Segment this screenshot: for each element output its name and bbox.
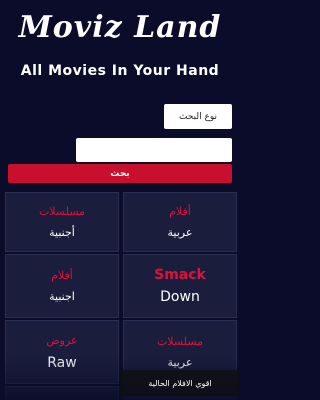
category-title: Smack <box>154 267 206 283</box>
category-grid: مسلسلات أجنبية أفلام عربية أفلام اجنبية … <box>5 192 237 400</box>
category-tile-foreign-movies[interactable]: أفلام اجنبية <box>5 254 119 318</box>
category-tile-smackdown[interactable]: Smack Down <box>123 254 237 318</box>
category-title: أفلام <box>51 269 73 282</box>
app-logo: Moviz Land <box>18 10 222 45</box>
category-tile-foreign-series[interactable]: مسلسلات أجنبية <box>5 192 119 252</box>
search-type-select[interactable]: نوع البحث <box>164 104 232 129</box>
category-subtitle: أجنبية <box>49 226 75 239</box>
toast-message: اقوي الافلام الحالية <box>120 370 240 396</box>
app-tagline: All Movies In Your Hand <box>20 63 220 79</box>
category-tile-arabic-movies[interactable]: أفلام عربية <box>123 192 237 252</box>
category-title: مسلسلات <box>156 335 204 348</box>
category-title: مسلسلات <box>38 205 86 218</box>
category-tile-raw[interactable]: عروض Raw <box>5 320 119 384</box>
category-subtitle: Down <box>160 289 200 305</box>
category-tile-partial[interactable] <box>5 386 119 400</box>
category-subtitle: Raw <box>47 354 77 371</box>
search-input[interactable] <box>76 138 232 162</box>
search-button[interactable]: بحث <box>8 164 232 183</box>
category-title: أفلام <box>169 205 191 218</box>
category-subtitle: عربية <box>167 226 193 239</box>
category-title: عروض <box>46 333 78 347</box>
category-subtitle: اجنبية <box>49 290 75 303</box>
category-subtitle: عربية <box>167 356 193 369</box>
